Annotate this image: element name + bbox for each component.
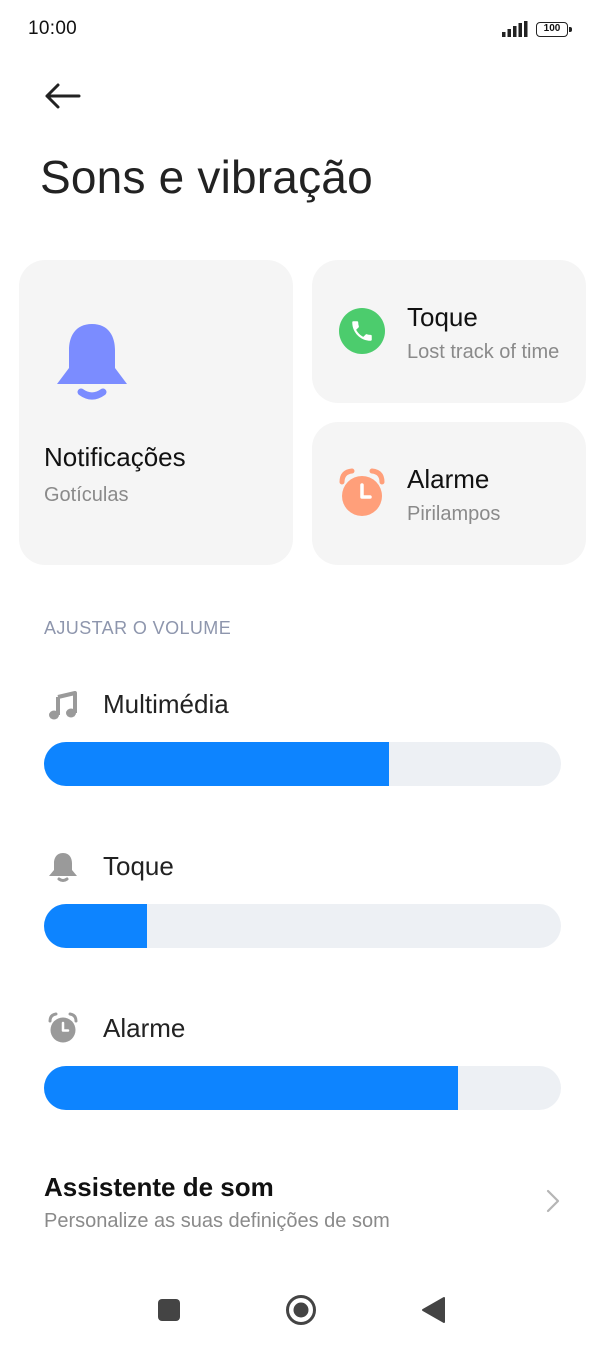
home-button[interactable] <box>273 1282 329 1338</box>
alarm-volume-fill <box>44 1066 458 1110</box>
notifications-card[interactable]: Notificações Gotículas <box>19 260 293 565</box>
ringtone-volume-slider[interactable] <box>44 904 561 948</box>
alarm-volume-slider[interactable] <box>44 1066 561 1110</box>
multimedia-volume-slider[interactable] <box>44 742 561 786</box>
ringtone-volume-label: Toque <box>103 851 174 881</box>
back-button[interactable] <box>38 74 86 118</box>
alarm-clock-icon <box>339 468 385 516</box>
alarm-clock-icon <box>45 1010 81 1046</box>
alarm-card[interactable]: Alarme Pirilampos <box>312 422 586 565</box>
alarm-volume-label: Alarme <box>103 1013 186 1043</box>
ringtone-title: Toque <box>407 302 478 332</box>
chevron-right-icon <box>546 1189 560 1213</box>
nav-back-button[interactable] <box>405 1282 461 1338</box>
battery-tip <box>569 27 572 32</box>
sound-assistant-item[interactable]: Assistente de som Personalize as suas de… <box>0 1160 605 1244</box>
bell-icon <box>57 324 127 400</box>
notifications-title: Notificações <box>44 442 186 472</box>
music-note-icon <box>45 688 81 724</box>
recents-button[interactable] <box>141 1282 197 1338</box>
sound-assistant-subtitle: Personalize as suas definições de som <box>44 1210 390 1232</box>
alarm-title: Alarme <box>407 464 490 494</box>
notifications-subtitle: Gotículas <box>44 484 129 506</box>
ringtone-subtitle: Lost track of time <box>407 341 560 363</box>
sound-assistant-title: Assistente de som <box>44 1172 274 1202</box>
multimedia-label: Multimédia <box>103 689 229 719</box>
ringtone-card[interactable]: Toque Lost track of time <box>312 260 586 403</box>
alarm-subtitle: Pirilampos <box>407 503 501 525</box>
home-circle-icon <box>286 1295 316 1325</box>
battery-icon: 100 <box>536 22 568 37</box>
ringtone-volume-fill <box>44 904 148 948</box>
page-title: Sons e vibração <box>40 151 373 203</box>
phone-icon <box>339 308 385 354</box>
multimedia-volume-fill <box>44 742 389 786</box>
signal-icon <box>502 21 528 37</box>
arrow-left-icon <box>45 83 81 109</box>
volume-section-header: AJUSTAR O VOLUME <box>44 618 232 638</box>
bell-icon <box>45 849 81 885</box>
status-time: 10:00 <box>28 18 78 39</box>
back-triangle-icon <box>422 1297 445 1323</box>
recents-square-icon <box>158 1299 180 1321</box>
